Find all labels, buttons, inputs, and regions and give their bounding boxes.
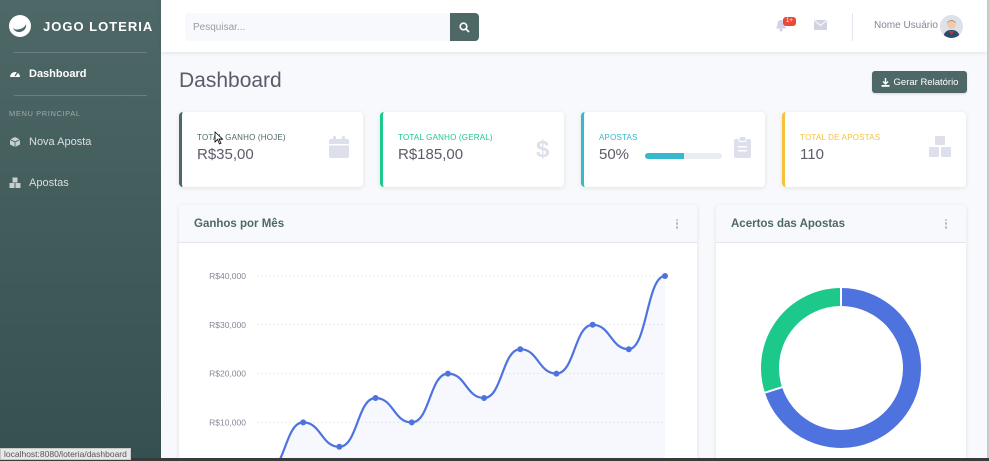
earnings-chart-panel: Ganhos por Mês R$10,000 R$20,000 R$30,000 R…: [179, 205, 697, 461]
generate-report-button[interactable]: Gerar Relatório: [872, 71, 967, 93]
data-point[interactable]: [662, 273, 668, 279]
data-point[interactable]: [336, 443, 343, 450]
more-options-icon[interactable]: [672, 217, 682, 231]
y-tick-label: R$10,000: [209, 417, 246, 427]
card-total-ganho-hoje: TOTAL GANHO (HOJE) R$35,00: [179, 112, 363, 187]
cubes-icon: [929, 136, 951, 157]
card-total-ganho-geral: TOTAL GANHO (GERAL) R$185,00 $: [380, 112, 564, 187]
y-tick-label: R$30,000: [209, 320, 246, 330]
card-value: R$185,00: [398, 146, 464, 163]
download-icon: [881, 77, 890, 87]
cubes-icon: [9, 177, 21, 188]
panel-title: Acertos das Apostas: [731, 217, 845, 230]
card-value: 110: [800, 146, 824, 163]
data-point[interactable]: [589, 321, 596, 328]
more-options-icon[interactable]: [941, 217, 951, 231]
card-label: TOTAL GANHO (HOJE): [197, 133, 286, 142]
sidebar-item-dashboard[interactable]: Dashboard: [0, 53, 161, 95]
alerts-badge: 1+: [783, 17, 796, 26]
user-avatar-icon: [940, 15, 963, 38]
data-point[interactable]: [481, 395, 488, 401]
sidebar-heading: MENU PRINCIPAL: [9, 109, 81, 118]
data-point[interactable]: [300, 419, 307, 426]
dollar-icon: $: [536, 136, 550, 160]
user-name[interactable]: Nome Usuário: [874, 20, 938, 31]
card-total-de-apostas: TOTAL DE APOSTAS 110: [782, 112, 966, 187]
page-title: Dashboard: [179, 69, 282, 92]
card-value: 50%: [599, 146, 630, 163]
avatar[interactable]: [940, 15, 963, 38]
laugh-wink-icon: [9, 15, 31, 37]
bet-hits-donut-chart: [761, 288, 921, 448]
sidebar-item-apostas[interactable]: Apostas: [0, 159, 161, 207]
search-icon: [459, 21, 470, 33]
tachometer-icon: [10, 72, 20, 77]
sidebar-item-nova-aposta[interactable]: Nova Aposta: [0, 125, 161, 159]
sidebar-item-label: Dashboard: [29, 68, 87, 80]
sidebar: JOGO LOTERIA Dashboard MENU PRINCIPAL No…: [0, 0, 161, 461]
apostas-progress-bar: [645, 153, 722, 159]
topbar: 1+ Nome Usuário: [161, 0, 987, 52]
sidebar-item-label: Apostas: [29, 177, 69, 189]
card-apostas: APOSTAS 50%: [581, 112, 765, 187]
bet-hits-chart-panel: Acertos das Apostas: [716, 205, 966, 461]
card-label: TOTAL DE APOSTAS: [800, 133, 881, 142]
progress-fill: [645, 153, 684, 159]
panel-header: Acertos das Apostas: [716, 205, 966, 243]
data-point[interactable]: [444, 370, 451, 377]
card-label: APOSTAS: [599, 133, 638, 142]
panel-header: Ganhos por Mês: [179, 205, 697, 243]
envelope-icon[interactable]: [814, 20, 827, 30]
card-value: R$35,00: [197, 146, 254, 163]
search-input[interactable]: [185, 13, 450, 41]
y-tick-label: R$20,000: [209, 369, 246, 379]
sidebar-item-label: Nova Aposta: [29, 136, 92, 148]
generate-report-label: Gerar Relatório: [893, 76, 959, 88]
clipboard-icon: [734, 136, 751, 158]
data-point[interactable]: [372, 395, 379, 401]
search-bar: [185, 13, 479, 41]
search-button[interactable]: [450, 13, 479, 41]
brand[interactable]: JOGO LOTERIA: [0, 0, 161, 52]
data-point[interactable]: [517, 346, 524, 353]
card-label: TOTAL GANHO (GERAL): [398, 133, 493, 142]
data-point[interactable]: [408, 419, 415, 426]
calendar-icon: [329, 136, 349, 158]
topbar-divider: [852, 13, 853, 41]
cube-icon: [9, 137, 21, 147]
svg-text:$: $: [536, 136, 550, 160]
earnings-line-chart: R$10,000 R$20,000 R$30,000 R$40,000: [209, 271, 668, 461]
brand-name: JOGO LOTERIA: [43, 18, 154, 34]
donut-slice[interactable]: [761, 288, 842, 393]
line-area-fill: [279, 276, 665, 461]
panel-title: Ganhos por Mês: [194, 217, 285, 230]
data-point[interactable]: [553, 370, 560, 377]
mouse-cursor-icon: [214, 131, 224, 145]
y-tick-label: R$40,000: [209, 271, 246, 281]
data-point[interactable]: [625, 346, 632, 353]
status-url: localhost:8080/loteria/dashboard: [0, 448, 131, 460]
